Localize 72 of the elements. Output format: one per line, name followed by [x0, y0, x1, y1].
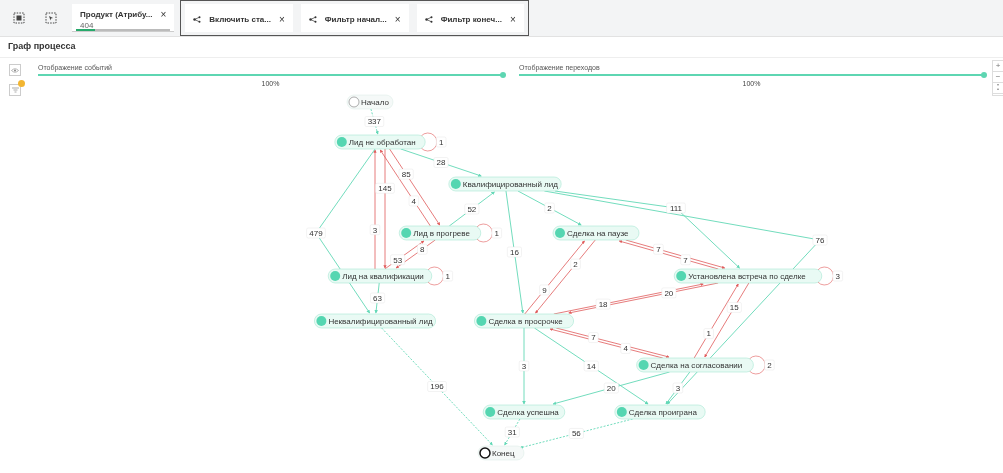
edge-label: 20	[604, 382, 619, 394]
loop-edge	[817, 266, 834, 286]
edge-label: 3	[672, 382, 683, 394]
edge-label: 9	[539, 284, 550, 296]
share-icon	[193, 15, 202, 23]
filter-tab[interactable]: Включить ста... ×	[185, 4, 293, 32]
section-title: Граф процесса	[0, 37, 1003, 58]
eye-icon	[11, 67, 19, 73]
edge-label: 31	[505, 426, 520, 438]
activity-node[interactable]: Сделка на паузе	[552, 225, 640, 241]
share-icon	[308, 15, 317, 23]
loop-edge	[476, 223, 493, 243]
visibility-button[interactable]	[9, 64, 21, 76]
edge-label: 18	[595, 298, 611, 310]
activity-node[interactable]: Неквалифицированный лид	[314, 313, 436, 329]
filter-icon	[11, 87, 19, 93]
edge-label: 479	[306, 227, 326, 239]
activity-node[interactable]: Сделка в просрочке	[474, 313, 574, 329]
activity-node[interactable]: Лид не обработан	[334, 134, 426, 150]
edge-label: 1	[491, 227, 502, 239]
edge-label: 53	[390, 254, 405, 265]
edge-label: 111	[666, 202, 686, 214]
filter-tab[interactable]: Фильтр конеч... ×	[416, 4, 524, 32]
edge-label: 28	[433, 157, 449, 168]
edge-label: 8	[417, 244, 428, 255]
edge-label: 14	[583, 360, 599, 372]
edge-label: 2	[544, 202, 555, 214]
activity-node[interactable]: Сделка успешна	[482, 404, 566, 420]
edge-label: 63	[370, 292, 385, 304]
edge-label: 7	[653, 244, 664, 255]
notification-badge	[18, 80, 25, 87]
activity-node[interactable]: Квалифицированный лид	[448, 176, 562, 192]
activity-node[interactable]: Лид в прогреве	[398, 225, 482, 241]
zoom-button[interactable]: +	[993, 61, 1003, 72]
edge-label: 2	[570, 258, 581, 270]
edge-label: 3	[832, 270, 843, 282]
filter-tab[interactable]: Фильтр начал... ×	[300, 4, 409, 32]
select-icon[interactable]	[45, 12, 57, 24]
edge-label: 1	[436, 136, 447, 148]
edge-label: 337	[364, 116, 384, 127]
loop-edge	[427, 266, 444, 286]
loop-edge	[420, 132, 438, 152]
activity-node[interactable]: Установлена встреча по сделке	[673, 268, 823, 284]
share-icon	[424, 15, 433, 23]
edge-label: 76	[812, 234, 828, 246]
edge-label: 4	[408, 195, 419, 207]
edge-label: 2	[764, 359, 775, 371]
edge-label: 196	[427, 381, 447, 392]
edge-label: 16	[507, 246, 522, 258]
select-all-icon[interactable]	[13, 12, 25, 24]
edge-label: 3	[370, 224, 380, 235]
edge-label: 145	[375, 183, 395, 194]
edge-label: 4	[620, 343, 631, 354]
edge-label: 7	[588, 332, 599, 343]
edge-label: 85	[398, 168, 414, 180]
end-node[interactable]: Конец	[477, 445, 525, 461]
edge-label: 1	[442, 270, 453, 282]
start-node[interactable]: Начало	[346, 94, 394, 110]
edge-label: 15	[727, 302, 742, 313]
edge-label: 3	[519, 360, 529, 372]
activity-node[interactable]: Лид на квалификации	[327, 268, 433, 284]
edge-label: 52	[464, 203, 480, 215]
activity-node[interactable]: Сделка проиграна	[614, 404, 706, 420]
edge-label: 7	[680, 254, 691, 265]
edge-label: 1	[703, 328, 714, 339]
fit-icon	[995, 84, 1001, 90]
tab[interactable]: Продукт (Атрибу... × 404	[72, 4, 175, 32]
activity-node[interactable]: Сделка на согласовании	[636, 357, 754, 373]
edge-label: 20	[661, 287, 677, 299]
edge-label: 56	[569, 428, 584, 439]
loop-edge	[749, 355, 766, 375]
fit-button[interactable]	[993, 83, 1003, 94]
